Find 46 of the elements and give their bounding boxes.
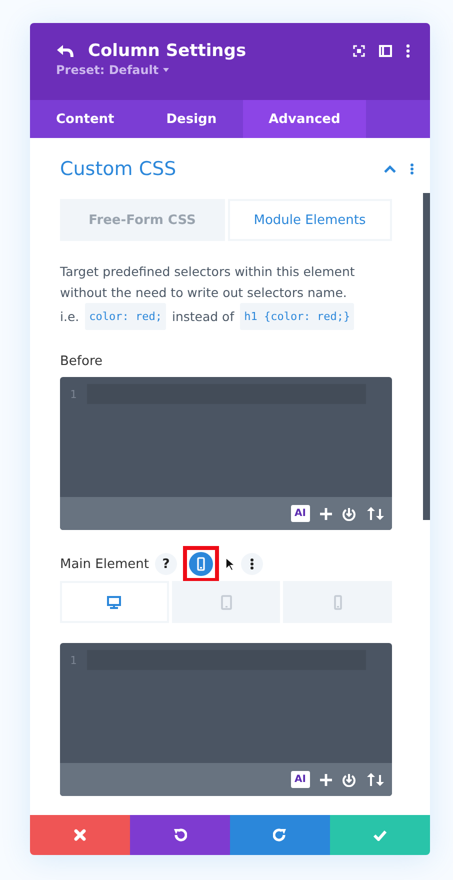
plus-icon[interactable] (320, 774, 332, 786)
cancel-icon (74, 829, 86, 841)
ai-button[interactable]: AI (290, 505, 310, 522)
example-text: instead of (172, 308, 234, 326)
section-title[interactable]: Custom CSS (60, 158, 384, 180)
description-text: Target predefined selectors within this element without the need to write out selectors name. (60, 263, 356, 302)
ai-button[interactable]: AI (290, 771, 310, 788)
device-tab[interactable] (60, 581, 169, 623)
undo-button[interactable] (130, 815, 230, 855)
settings-tab[interactable]: Design (140, 100, 243, 138)
help-button[interactable]: ? (155, 553, 177, 575)
power-icon[interactable] (342, 506, 356, 520)
field-label: Main Element (60, 556, 149, 572)
fullscreen-icon[interactable] (353, 45, 365, 57)
collapse-chevron-icon[interactable] (384, 165, 396, 173)
more-options-button[interactable] (241, 553, 263, 575)
settings-tab[interactable]: Content (30, 100, 140, 138)
code-snippet: h1 {color: red;} (240, 303, 354, 330)
checkmark-icon (373, 830, 387, 840)
more-options-icon (250, 558, 254, 570)
field-label: Before (60, 354, 104, 369)
desktop-icon (107, 596, 122, 608)
sort-arrows-icon[interactable] (366, 506, 385, 521)
code-snippet: color: red; (85, 303, 166, 330)
back-arrow-icon[interactable] (56, 44, 74, 58)
plus-icon[interactable] (320, 508, 332, 520)
settings-tab[interactable]: Advanced (242, 100, 366, 138)
undo-icon (173, 828, 187, 842)
phone-icon (334, 594, 342, 610)
responsive-toggle[interactable] (189, 552, 213, 576)
more-options-icon[interactable] (410, 163, 414, 175)
cancel-button[interactable] (30, 815, 130, 855)
phone-icon (197, 557, 205, 571)
redo-icon (273, 828, 287, 842)
mouse-pointer-icon (225, 557, 235, 571)
sidebar-layout-icon[interactable] (379, 45, 392, 57)
css-mode-tab[interactable]: Module Elements (228, 199, 392, 241)
tablet-icon (220, 594, 232, 610)
more-options-icon[interactable] (406, 44, 410, 58)
scrollbar[interactable] (423, 193, 430, 520)
example-prefix: i.e. (60, 308, 80, 326)
panel-title: Column Settings (88, 41, 248, 61)
dropdown-caret-icon[interactable] (162, 68, 169, 72)
power-icon[interactable] (342, 772, 356, 786)
preset-selector[interactable]: Preset: Default (56, 63, 159, 77)
sort-arrows-icon[interactable] (366, 772, 385, 787)
